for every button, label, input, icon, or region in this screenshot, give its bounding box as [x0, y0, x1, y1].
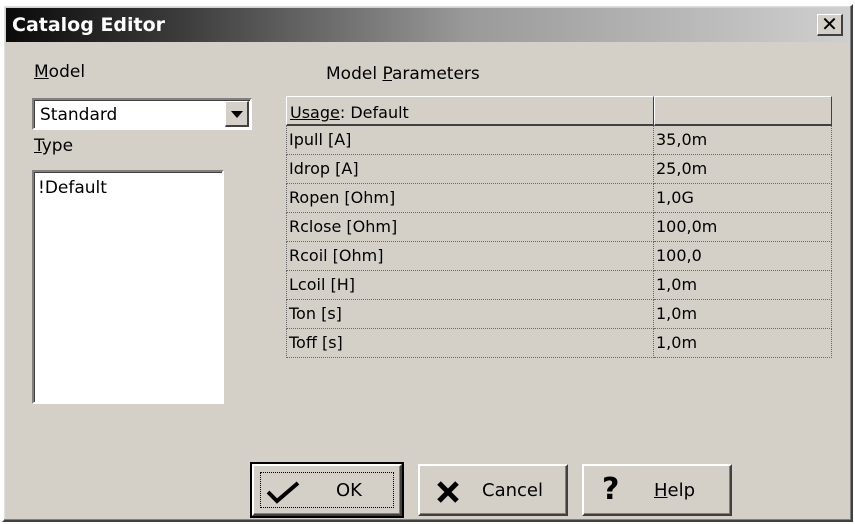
close-button[interactable]: ✕	[817, 14, 843, 36]
table-row[interactable]: Lcoil [H] 1,0m	[286, 271, 832, 300]
parameters-grid: Usage: Default Ipull [A] 35,0m Idrop [A] 25…	[286, 96, 832, 364]
chevron-down-icon	[231, 111, 243, 118]
parameter-name-cell: Ton [s]	[286, 300, 654, 329]
parameter-value-cell[interactable]: 100,0	[654, 242, 832, 271]
model-label-text: Model	[34, 62, 86, 82]
parameter-name-cell: Lcoil [H]	[286, 271, 654, 300]
check-icon	[266, 481, 300, 504]
parameter-value-cell[interactable]: 1,0m	[654, 329, 832, 358]
model-dropdown-button[interactable]	[225, 101, 249, 127]
parameter-value-cell[interactable]: 35,0m	[654, 126, 832, 155]
parameter-name-cell: Rcoil [Ohm]	[286, 242, 654, 271]
parameter-name-cell: Toff [s]	[286, 329, 654, 358]
parameter-value-cell[interactable]: 1,0m	[654, 271, 832, 300]
window-title: Catalog Editor	[12, 14, 166, 36]
column-header-usage[interactable]: Usage: Default	[286, 96, 654, 126]
type-list[interactable]: !Default	[32, 170, 224, 404]
model-label: Model	[34, 62, 85, 82]
catalog-editor-dialog: Catalog Editor ✕ Model Model Parameters …	[2, 4, 853, 522]
cancel-button-label: Cancel	[482, 480, 543, 501]
table-row[interactable]: Toff [s] 1,0m	[286, 329, 832, 358]
column-header-usage-text: Usage: Default	[290, 103, 409, 122]
table-row[interactable]: Rcoil [Ohm] 100,0	[286, 242, 832, 271]
table-row[interactable]: Ton [s] 1,0m	[286, 300, 832, 329]
parameter-name-cell: Ropen [Ohm]	[286, 184, 654, 213]
table-row[interactable]: Rclose [Ohm] 100,0m	[286, 213, 832, 242]
type-label: Type	[34, 136, 73, 156]
x-icon	[437, 481, 459, 503]
parameter-value-cell[interactable]: 1,0m	[654, 300, 832, 329]
type-label-text: Type	[34, 136, 74, 156]
table-row[interactable]: Idrop [A] 25,0m	[286, 155, 832, 184]
parameter-name-cell: Idrop [A]	[286, 155, 654, 184]
help-button[interactable]: ? Help	[582, 464, 732, 516]
parameter-value-cell[interactable]: 100,0m	[654, 213, 832, 242]
parameter-name-cell: Rclose [Ohm]	[286, 213, 654, 242]
parameter-name-cell: Ipull [A]	[286, 126, 654, 155]
ok-button[interactable]: OK	[250, 462, 404, 518]
close-icon: ✕	[821, 12, 838, 36]
ok-button-label: OK	[336, 480, 362, 501]
model-select-value: Standard	[40, 105, 118, 125]
model-select[interactable]: Standard	[32, 98, 252, 130]
title-bar[interactable]: Catalog Editor ✕	[6, 8, 849, 42]
table-row[interactable]: Ropen [Ohm] 1,0G	[286, 184, 832, 213]
help-button-label: Help	[654, 480, 696, 501]
list-item[interactable]: !Default	[38, 178, 107, 198]
question-icon: ?	[602, 472, 620, 507]
column-header-value[interactable]	[654, 96, 832, 126]
grid-header: Usage: Default	[286, 96, 832, 126]
parameter-value-cell[interactable]: 1,0G	[654, 184, 832, 213]
model-parameters-label-text: Model Parameters	[326, 64, 480, 84]
table-row[interactable]: Ipull [A] 35,0m	[286, 126, 832, 155]
model-parameters-label: Model Parameters	[326, 64, 480, 84]
cancel-button[interactable]: Cancel	[418, 464, 568, 516]
parameter-value-cell[interactable]: 25,0m	[654, 155, 832, 184]
